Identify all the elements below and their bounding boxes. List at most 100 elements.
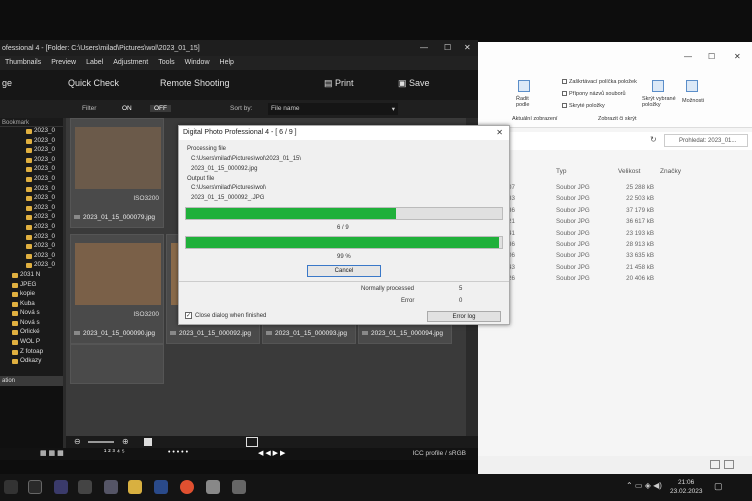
tree-item[interactable]: 2023_0 (0, 127, 63, 137)
zoom-in-icon[interactable]: ⊕ (122, 437, 129, 446)
tree-item[interactable]: Nová s (0, 309, 63, 319)
view-single-icon[interactable] (246, 437, 258, 447)
file-row[interactable]: 36 Soubor JPG 37 179 kB (478, 207, 752, 218)
thumbnail-card[interactable]: ISO3200 2023_01_15_000090.jpg (70, 234, 164, 344)
col-size[interactable]: Velikost (618, 168, 640, 175)
tree-item[interactable]: kopie (0, 290, 63, 300)
error-log-button[interactable]: Error log (427, 311, 501, 322)
tree-item[interactable]: 2023_0 (0, 223, 63, 233)
app-icon[interactable] (54, 480, 68, 494)
menu-label[interactable]: Label (81, 56, 108, 66)
menu-help[interactable]: Help (215, 56, 239, 66)
close-icon[interactable]: ✕ (464, 43, 471, 52)
file-row[interactable]: 36 Soubor JPG 28 913 kB (478, 241, 752, 252)
clock-time[interactable]: 21:06 (678, 479, 694, 486)
tree-item-label: Nová s (20, 309, 40, 317)
menu-preview[interactable]: Preview (46, 56, 81, 66)
col-type[interactable]: Typ (556, 168, 566, 175)
file-row[interactable]: 41 Soubor JPG 23 193 kB (478, 230, 752, 241)
tree-item[interactable]: 2031 N (0, 271, 63, 281)
tree-item[interactable]: Kuba (0, 300, 63, 310)
chrome-icon[interactable] (180, 480, 194, 494)
zoom-slider[interactable] (88, 441, 114, 443)
sort-label[interactable]: Řadit podle (516, 96, 538, 108)
ribbon-check-item-checkboxes[interactable]: Zaškrtávací políčka položek (562, 79, 637, 85)
view-grid-icon[interactable] (144, 438, 152, 446)
app-icon[interactable] (232, 480, 246, 494)
tree-item[interactable]: 2023_0 (0, 185, 63, 195)
file-type: Soubor JPG (556, 263, 590, 271)
menu-adjustment[interactable]: Adjustment (108, 56, 153, 66)
filter-off-button[interactable]: OFF (150, 105, 171, 112)
clock-date[interactable]: 23.02.2023 (670, 488, 703, 495)
ex-minimize-icon[interactable]: — (684, 52, 692, 61)
ribbon-check-hidden[interactable]: Skryté položky (562, 103, 605, 109)
tiles-view-icon[interactable] (724, 460, 734, 469)
file-row[interactable]: 33 Soubor JPG 22 503 kB (478, 195, 752, 206)
ribbon-check-extensions[interactable]: Přípony názvů souborů (562, 91, 626, 97)
app-icon[interactable] (154, 480, 168, 494)
file-row[interactable]: 43 Soubor JPG 21 458 kB (478, 264, 752, 275)
dots-icon[interactable]: • • • • • (168, 449, 188, 456)
hide-selected-button[interactable]: Skrýt vybrané položky (642, 96, 678, 108)
tree-item[interactable]: 2023_0 (0, 146, 63, 156)
menu-thumbnails[interactable]: Thumbnails (0, 56, 46, 66)
tree-item[interactable]: 2023_0 (0, 137, 63, 147)
tree-item[interactable]: Orlické (0, 328, 63, 338)
file-explorer-icon[interactable] (128, 480, 142, 494)
save-button[interactable]: ▣ Save (398, 78, 430, 89)
tree-item[interactable]: 2023_0 (0, 175, 63, 185)
thumbnail-card[interactable] (70, 344, 164, 384)
tree-item[interactable]: 2023_0 (0, 213, 63, 223)
close-icon[interactable]: ✕ (496, 128, 503, 137)
maximize-icon[interactable]: ☐ (444, 43, 451, 52)
file-row[interactable]: 07 Soubor JPG 25 288 kB (478, 184, 752, 195)
tree-item[interactable]: 2023_0 (0, 242, 63, 252)
edit-tab[interactable]: ge (2, 78, 12, 88)
tree-item[interactable]: 2023_0 (0, 252, 63, 262)
tree-item[interactable]: 2023_0 (0, 165, 63, 175)
file-row[interactable]: 06 Soubor JPG 33 635 kB (478, 252, 752, 263)
tree-item[interactable]: JPEG (0, 281, 63, 291)
tree-item[interactable]: 2023_0 (0, 194, 63, 204)
tree-item[interactable]: 2023_0 (0, 233, 63, 243)
tree-item[interactable]: Nová s (0, 319, 63, 329)
filter-on-button[interactable]: ON (122, 105, 132, 112)
start-icon[interactable] (4, 480, 18, 494)
rating-stars[interactable]: ¹ ² ³ ⁴ ⁵ (104, 449, 125, 456)
search-input[interactable]: Prohledat: 2023_01... (664, 134, 748, 147)
tree-item[interactable]: Odkazy (0, 357, 63, 367)
print-button[interactable]: ▤ Print (324, 78, 354, 89)
file-row[interactable]: 26 Soubor JPG 20 406 kB (478, 275, 752, 286)
ex-close-icon[interactable]: ✕ (734, 52, 741, 61)
close-when-finished-checkbox[interactable]: ✓ (185, 312, 192, 319)
rotate-icon[interactable]: ◀ ◀ ▶ ▶ (258, 449, 285, 457)
tree-item[interactable]: 2023_0 (0, 156, 63, 166)
details-view-icon[interactable] (710, 460, 720, 469)
menu-tools[interactable]: Tools (153, 56, 179, 66)
minimize-icon[interactable]: — (420, 43, 428, 52)
app-icon[interactable] (78, 480, 92, 494)
tree-item[interactable]: WOL P (0, 338, 63, 348)
options-button[interactable]: Možnosti (682, 98, 704, 104)
tree-item[interactable]: Z fotoap (0, 348, 63, 358)
quick-check-button[interactable]: Quick Check (68, 78, 119, 88)
notification-icon[interactable]: ▢ (714, 481, 723, 492)
menu-window[interactable]: Window (180, 56, 215, 66)
thumbnail-card[interactable]: ISO3200 2023_01_15_000079.jpg (70, 118, 164, 228)
tray-icons[interactable]: ⌃ ▭ ◈ ◀) (626, 481, 662, 490)
cancel-button[interactable]: Cancel (307, 265, 381, 277)
tree-item[interactable]: 2023_0 (0, 261, 63, 271)
zoom-out-icon[interactable]: ⊖ (74, 437, 81, 446)
grid-view-icon[interactable]: ▦ ▦ ▦ (40, 449, 64, 457)
dpp-taskbar-icon[interactable] (104, 480, 118, 494)
search-icon[interactable] (28, 480, 42, 494)
refresh-icon[interactable]: ↻ (650, 135, 657, 144)
remote-shooting-button[interactable]: Remote Shooting (160, 78, 230, 88)
ex-maximize-icon[interactable]: ☐ (708, 52, 715, 61)
file-row[interactable]: 21 Soubor JPG 36 617 kB (478, 218, 752, 229)
sort-select[interactable]: File name ▾ (268, 103, 398, 115)
app-icon[interactable] (206, 480, 220, 494)
col-tags[interactable]: Značky (660, 168, 681, 175)
tree-item[interactable]: 2023_0 (0, 204, 63, 214)
